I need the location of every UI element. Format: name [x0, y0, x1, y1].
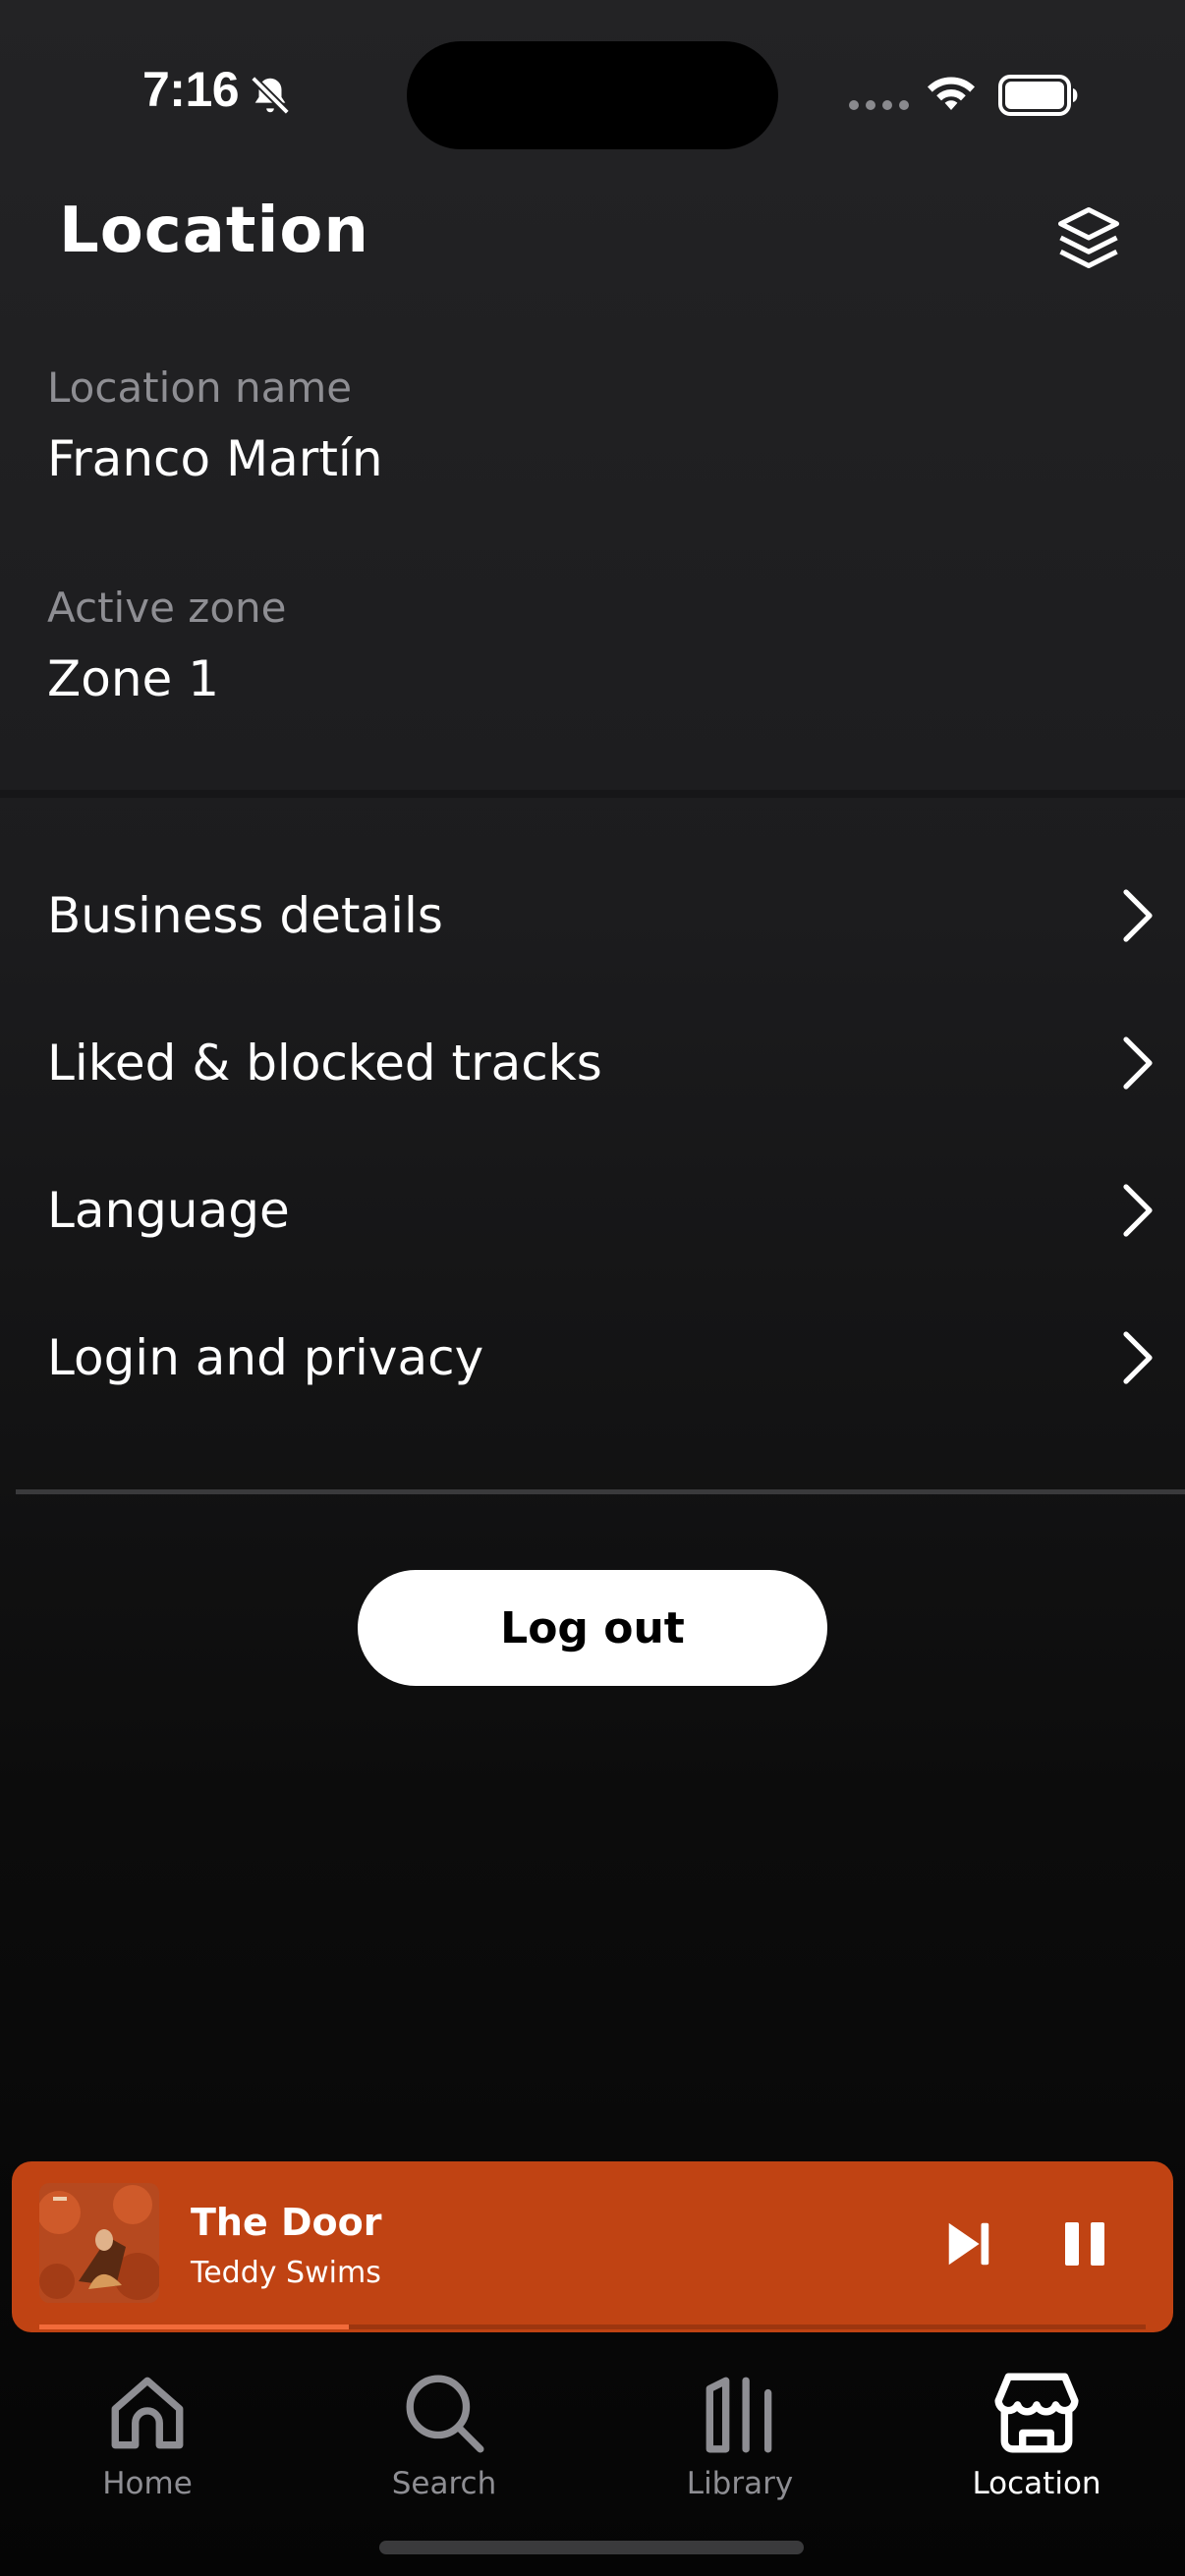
- location-name-label: Location name: [47, 364, 353, 412]
- menu-item-business-details[interactable]: Business details: [0, 852, 1185, 980]
- skip-next-icon[interactable]: [941, 2216, 994, 2271]
- search-icon: [406, 2375, 484, 2453]
- home-indicator: [379, 2541, 804, 2554]
- menu-item-language[interactable]: Language: [0, 1147, 1185, 1274]
- menu-item-label: Language: [47, 1182, 290, 1239]
- track-artist: Teddy Swims: [191, 2256, 381, 2290]
- tab-search[interactable]: Search: [346, 2368, 542, 2515]
- mini-player[interactable]: The Door Teddy Swims: [12, 2161, 1173, 2332]
- tab-label: Library: [686, 2466, 794, 2501]
- store-icon: [994, 2373, 1079, 2453]
- bell-off-icon: [251, 76, 290, 115]
- menu-item-label: Business details: [47, 887, 443, 944]
- tab-location[interactable]: Location: [938, 2368, 1135, 2515]
- logout-button[interactable]: Log out: [358, 1570, 827, 1686]
- tab-label: Search: [391, 2466, 497, 2501]
- section-divider: [0, 790, 1185, 798]
- layers-icon[interactable]: [1051, 200, 1126, 275]
- menu-item-login-privacy[interactable]: Login and privacy: [0, 1294, 1185, 1422]
- menu-item-label: Liked & blocked tracks: [47, 1035, 602, 1092]
- tab-library[interactable]: Library: [642, 2368, 838, 2515]
- page-title: Location: [59, 195, 369, 267]
- menu-divider: [16, 1489, 1185, 1494]
- track-title: The Door: [191, 2201, 382, 2244]
- menu-item-liked-blocked-tracks[interactable]: Liked & blocked tracks: [0, 999, 1185, 1127]
- playback-progress-fill: [39, 2324, 350, 2329]
- chevron-right-icon: [1123, 1184, 1153, 1237]
- dynamic-island: [407, 41, 778, 149]
- pause-icon[interactable]: [1057, 2216, 1112, 2271]
- wifi-icon: [928, 77, 975, 110]
- tab-home[interactable]: Home: [49, 2368, 246, 2515]
- chevron-right-icon: [1123, 889, 1153, 942]
- library-icon: [705, 2377, 772, 2453]
- battery-icon: [998, 75, 1078, 116]
- chevron-right-icon: [1123, 1036, 1153, 1090]
- tab-label: Location: [972, 2466, 1101, 2501]
- active-zone-label: Active zone: [47, 584, 287, 632]
- playback-progress[interactable]: [39, 2324, 1146, 2329]
- menu-item-label: Login and privacy: [47, 1329, 484, 1386]
- status-time: 7:16: [142, 62, 240, 117]
- tab-label: Home: [102, 2466, 193, 2501]
- album-art: [39, 2183, 159, 2303]
- active-zone-value: Zone 1: [47, 650, 219, 707]
- home-icon: [111, 2377, 184, 2449]
- location-name-value: Franco Martín: [47, 430, 383, 487]
- chevron-right-icon: [1123, 1331, 1153, 1384]
- cell-signal-icon: [849, 100, 909, 110]
